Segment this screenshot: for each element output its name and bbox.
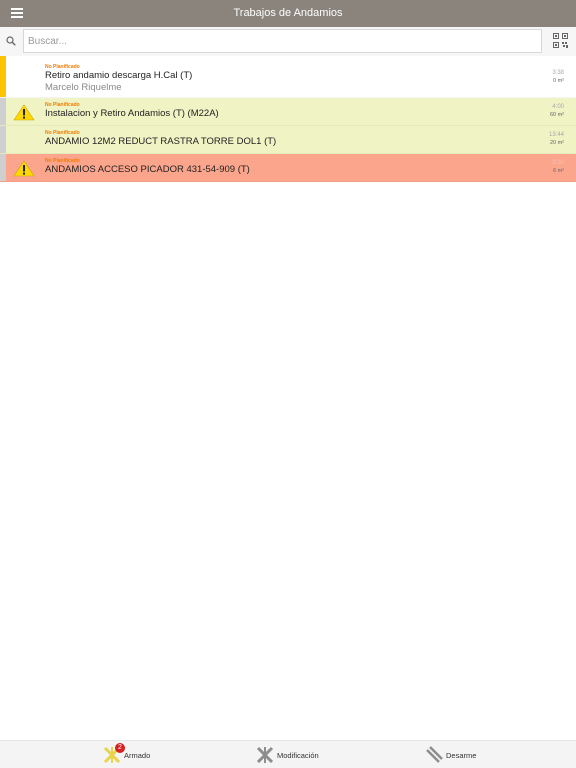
tab-armado[interactable]: 2 Armado xyxy=(103,741,163,768)
job-person: Marcelo Riquelme xyxy=(45,82,122,93)
tab-label: Desarme xyxy=(446,751,477,760)
tab-label: Armado xyxy=(124,751,151,760)
job-name: Retiro andamio descarga H.Cal (T) xyxy=(45,70,193,81)
job-time: 3:30 xyxy=(552,160,564,166)
tab-label: Modificación xyxy=(277,751,319,760)
modificacion-icon xyxy=(256,746,274,764)
search-input[interactable] xyxy=(23,29,542,53)
job-name: ANDAMIOS ACCESO PICADOR 431-54-909 (T) xyxy=(45,164,250,175)
status-bar xyxy=(0,154,6,181)
list-item[interactable]: No Planificado ANDAMIOS ACCESO PICADOR 4… xyxy=(0,154,576,182)
status-bar xyxy=(0,98,6,125)
list-item[interactable]: No Planificado Retiro andamio descarga H… xyxy=(0,56,576,98)
status-bar xyxy=(0,126,6,153)
job-quantity: 60 m² xyxy=(549,112,564,118)
qr-code-icon[interactable] xyxy=(553,33,568,48)
job-name: Instalacion y Retiro Andamios (T) (M22A) xyxy=(45,108,219,119)
page-title: Trabajos de Andamios xyxy=(233,7,343,19)
desarme-icon xyxy=(426,746,443,763)
tab-desarme[interactable]: Desarme xyxy=(425,741,485,768)
app: Trabajos de Andamios No Planificado Reti… xyxy=(0,0,576,768)
search-bar xyxy=(0,27,576,56)
bottom-tab-bar: 2 Armado Modificación Desarme xyxy=(0,740,576,768)
list-item[interactable]: No Planificado Instalacion y Retiro Anda… xyxy=(0,98,576,126)
warning-icon xyxy=(13,104,35,121)
job-time: 13:44 xyxy=(548,132,564,138)
job-name: ANDAMIO 12M2 REDUCT RASTRA TORRE DOL1 (T… xyxy=(45,136,277,147)
job-time: 3:38 xyxy=(552,70,564,76)
search-icon xyxy=(6,36,16,46)
jobs-list: No Planificado Retiro andamio descarga H… xyxy=(0,56,576,182)
status-bar xyxy=(0,56,6,97)
job-quantity: 20 m² xyxy=(549,140,564,146)
list-item[interactable]: No Planificado ANDAMIO 12M2 REDUCT RASTR… xyxy=(0,126,576,154)
job-quantity: 6 m² xyxy=(553,168,564,174)
tab-modificacion[interactable]: Modificación xyxy=(256,741,336,768)
job-quantity: 0 m² xyxy=(553,78,564,84)
header: Trabajos de Andamios xyxy=(0,0,576,27)
job-time: 4:00 xyxy=(552,104,564,110)
warning-icon xyxy=(13,160,35,177)
